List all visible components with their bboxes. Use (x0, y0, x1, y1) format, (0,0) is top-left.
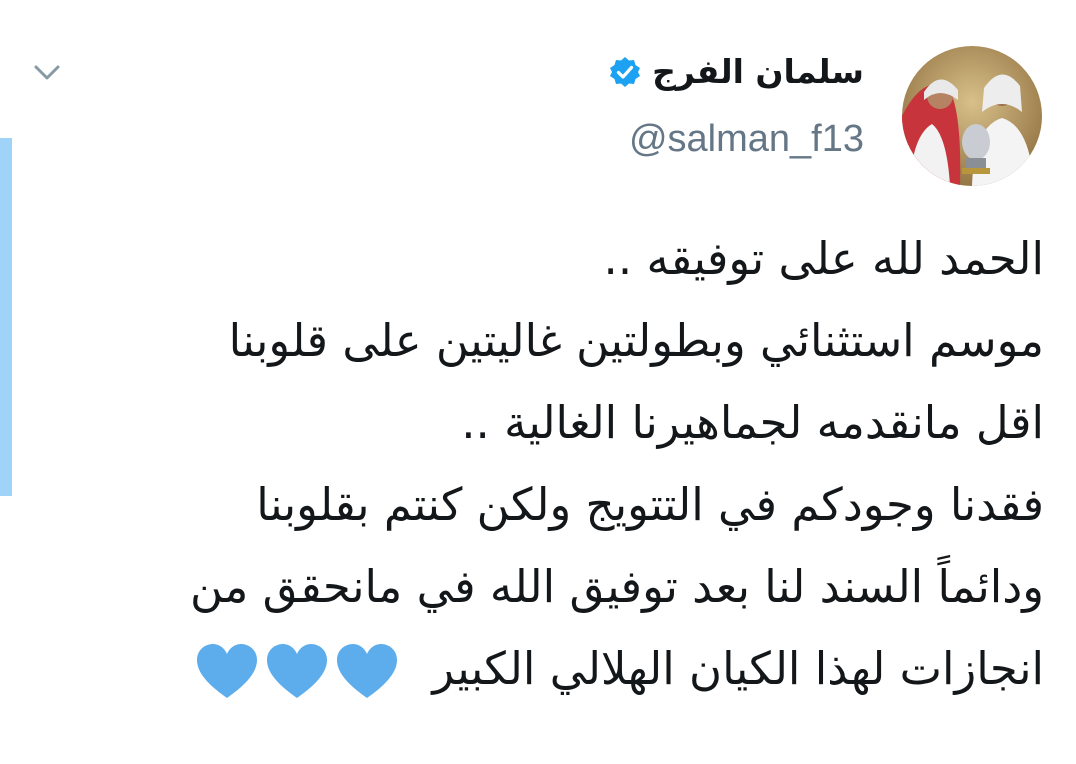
author-name-row: سلمان الفرج (608, 52, 864, 91)
tweet-view: سلمان الفرج @salman_f13 الحمد لله على تو… (0, 0, 1076, 764)
tweet-line: فقدنا وجودكم في التتويج ولكن كنتم بقلوبن… (256, 478, 1044, 531)
tweet-line: موسم استثنائي وبطولتين غاليتين على قلوبن… (228, 314, 1044, 367)
tweet-line-text: انجازات لهذا الكيان الهلالي الكبير (432, 642, 1044, 695)
avatar[interactable] (902, 46, 1042, 186)
blue-heart-icon (197, 644, 258, 698)
blue-heart-icon (267, 644, 328, 698)
blue-heart-icon (337, 644, 398, 698)
tweet-line: اقل مانقدمه لجماهيرنا الغالية .. (461, 396, 1044, 449)
tweet-line-last: انجازات لهذا الكيان الهلالي الكبير (44, 628, 1044, 710)
profile-photo-icon (902, 46, 1042, 186)
left-accent-bar (0, 138, 12, 496)
author-display-name[interactable]: سلمان الفرج (652, 52, 864, 91)
emoji-group (194, 642, 400, 702)
tweet-text: الحمد لله على توفيقه .. موسم استثنائي وب… (44, 218, 1044, 710)
verified-badge-icon (610, 56, 641, 87)
tweet-line: الحمد لله على توفيقه .. (603, 232, 1044, 285)
tweet-line: ودائماً السند لنا بعد توفيق الله في مانح… (189, 560, 1044, 613)
chevron-down-icon[interactable] (30, 56, 64, 90)
author-handle[interactable]: @salman_f13 (629, 118, 864, 161)
